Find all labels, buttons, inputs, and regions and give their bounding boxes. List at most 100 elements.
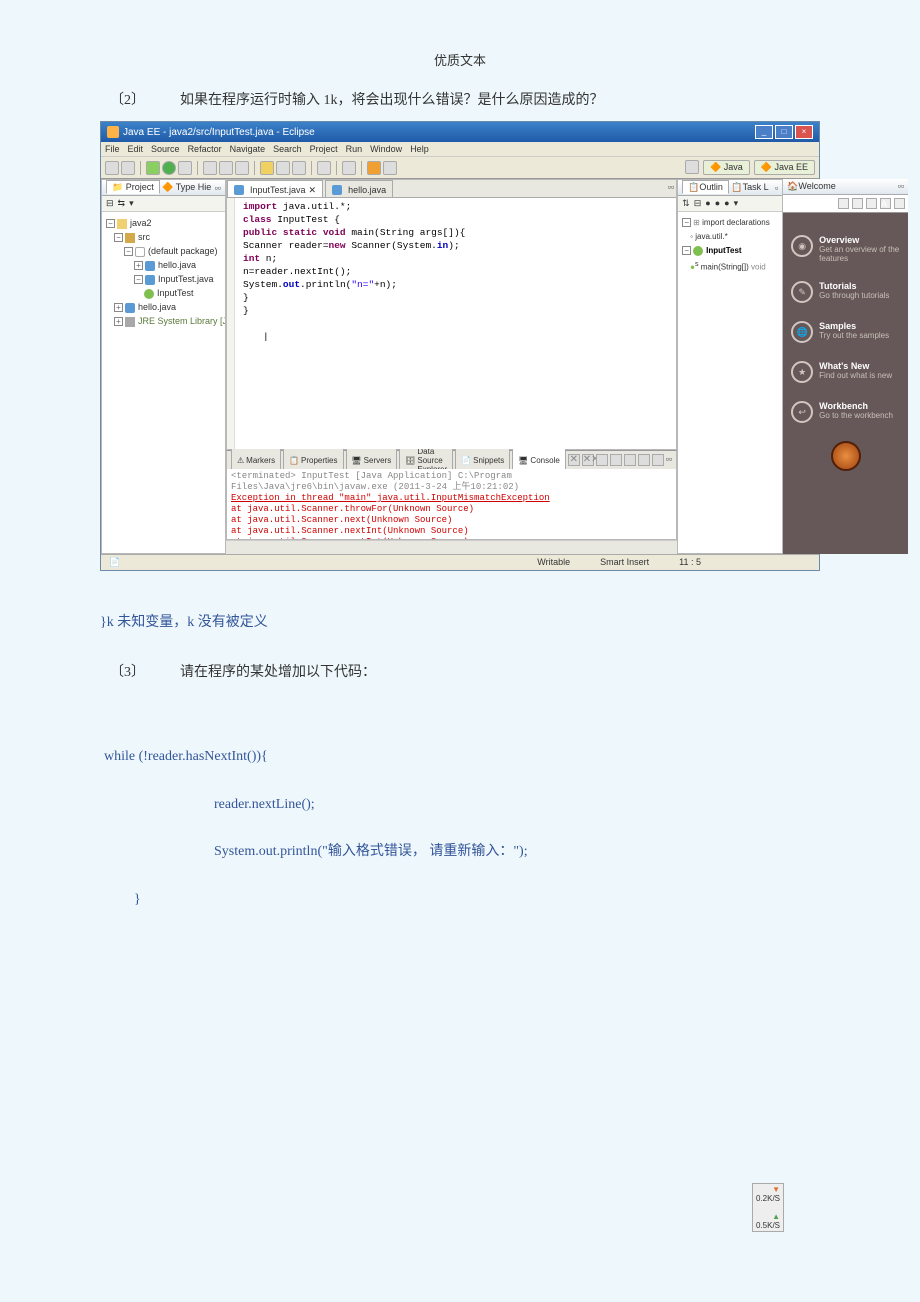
last-edit-icon[interactable]	[317, 161, 331, 175]
focus-task-icon[interactable]: ▾	[129, 198, 134, 209]
tab-task-list[interactable]: 📋Task L	[731, 182, 768, 192]
new-class-icon[interactable]	[219, 161, 233, 175]
task-icon[interactable]	[292, 161, 306, 175]
menu-edit[interactable]: Edit	[128, 144, 144, 154]
outline-hide-local-icon[interactable]: ▾	[734, 198, 739, 209]
open-console-icon[interactable]	[652, 454, 664, 466]
perspective-javaee[interactable]: 🔶 Java EE	[754, 160, 815, 175]
search-icon[interactable]	[260, 161, 274, 175]
tree-hello-java-2[interactable]: hello.java	[138, 302, 176, 312]
welcome-tutorials[interactable]: ✎ TutorialsGo through tutorials	[791, 281, 900, 303]
horizontal-scrollbar[interactable]	[226, 540, 677, 554]
tab-project[interactable]: 📁 Project	[106, 180, 160, 194]
console-min-icon[interactable]: ▫▫	[666, 454, 672, 466]
annotation-icon[interactable]	[276, 161, 290, 175]
maximize-button[interactable]: □	[775, 125, 793, 139]
menu-run[interactable]: Run	[346, 144, 363, 154]
console-trace-1: at java.util.Scanner.throwFor(Unknown So…	[231, 504, 672, 515]
menu-window[interactable]: Window	[370, 144, 402, 154]
project-explorer[interactable]: 📁 Project 🔶 Type Hie ▫▫ ⊟ ⇆ ▾ −java2 −sr…	[101, 179, 226, 554]
welcome-whatsnew[interactable]: ★ What's NewFind out what is new	[791, 361, 900, 383]
collapse-all-icon[interactable]: ⊟	[106, 198, 114, 209]
pin-console-icon[interactable]	[624, 454, 636, 466]
welcome-max-icon[interactable]	[894, 198, 905, 209]
tree-hello-java[interactable]: hello.java	[158, 260, 196, 270]
nav-fwd-icon[interactable]	[383, 161, 397, 175]
tab-outline[interactable]: 📋Outlin	[682, 180, 729, 194]
outline-imports[interactable]: import declarations	[702, 218, 770, 227]
question-3: 〔3〕 请在程序的某处增加以下代码：	[100, 661, 820, 681]
tree-java2[interactable]: java2	[130, 218, 152, 228]
nav-back-icon[interactable]	[367, 161, 381, 175]
view-menu-icon[interactable]: ▫▫	[215, 183, 221, 193]
outline-main-method[interactable]: main(String[])	[701, 263, 749, 272]
console-panel[interactable]: ⚠Markers 📋Properties 🖥Servers 🗄Data Sour…	[226, 450, 677, 540]
open-perspective-icon[interactable]	[685, 160, 699, 174]
outline-sort-icon[interactable]: ⇅	[682, 198, 690, 209]
editor-max-icon[interactable]: ▫▫	[666, 180, 676, 197]
tab-welcome[interactable]: 🏠Welcome	[787, 181, 836, 192]
close-tab-icon[interactable]: ✕	[309, 185, 317, 196]
welcome-workbench[interactable]: ↩ WorkbenchGo to the workbench	[791, 401, 900, 423]
editor-tab-inputtest[interactable]: InputTest.java ✕	[227, 180, 323, 197]
outline-hide-static-icon[interactable]: ●	[715, 198, 720, 209]
pin-icon[interactable]	[342, 161, 356, 175]
tree-jre-library[interactable]: JRE System Library [JavaSE-1.6]	[138, 316, 225, 326]
outline-hide-nonpublic-icon[interactable]: ●	[724, 198, 729, 209]
status-writable: Writable	[537, 557, 570, 568]
ext-tools-icon[interactable]	[178, 161, 192, 175]
welcome-a-icon[interactable]: A	[880, 198, 891, 209]
editor-tab-hello[interactable]: hello.java	[325, 180, 393, 197]
outline-class[interactable]: InputTest	[706, 246, 741, 255]
welcome-panel[interactable]: 🏠Welcome ▫▫ A ◉ OverviewGet an overvie	[783, 179, 908, 554]
scroll-lock-icon[interactable]	[610, 454, 622, 466]
minimize-button[interactable]: _	[755, 125, 773, 139]
menu-file[interactable]: File	[105, 144, 120, 154]
menu-source[interactable]: Source	[151, 144, 180, 154]
outline-panel[interactable]: 📋Outlin 📋Task L ▫ ⇅ ⊟ ● ● ● ▾	[677, 179, 783, 554]
tree-default-package[interactable]: (default package)	[148, 246, 218, 256]
welcome-home-icon[interactable]	[838, 198, 849, 209]
clear-console-icon[interactable]	[596, 454, 608, 466]
tree-inputtest-class[interactable]: InputTest	[157, 288, 194, 298]
code-line-4: }	[104, 876, 820, 924]
run-icon[interactable]	[162, 161, 176, 175]
tree-src[interactable]: src	[138, 232, 150, 242]
status-context-icon[interactable]: 📄	[109, 557, 120, 568]
new-icon[interactable]	[105, 161, 119, 175]
menu-search[interactable]: Search	[273, 144, 302, 154]
toolbar[interactable]: 🔶 Java 🔶 Java EE	[101, 157, 819, 179]
outline-filter-icon[interactable]: ⊟	[694, 198, 702, 209]
welcome-overview[interactable]: ◉ OverviewGet an overview of the feature…	[791, 235, 900, 263]
statusbar: 📄 Writable Smart Insert 11 : 5	[101, 554, 819, 570]
remove-all-icon[interactable]: ✕✕	[582, 454, 594, 466]
app-icon	[107, 126, 119, 138]
welcome-samples[interactable]: 🌐 SamplesTry out the samples	[791, 321, 900, 343]
editor-tabs[interactable]: InputTest.java ✕ hello.java ▫▫	[227, 180, 676, 198]
menu-refactor[interactable]: Refactor	[188, 144, 222, 154]
tree-inputtest-java[interactable]: InputTest.java	[158, 274, 214, 284]
eclipse-ide-screenshot: Java EE - java2/src/InputTest.java - Ecl…	[100, 121, 820, 571]
window-titlebar[interactable]: Java EE - java2/src/InputTest.java - Ecl…	[101, 122, 819, 142]
remove-launch-icon[interactable]: ✕	[568, 454, 580, 466]
menubar[interactable]: File Edit Source Refactor Navigate Searc…	[101, 142, 819, 157]
debug-icon[interactable]	[146, 161, 160, 175]
code-editor[interactable]: import java.util.*; class InputTest { pu…	[227, 198, 676, 449]
menu-help[interactable]: Help	[410, 144, 429, 154]
open-type-icon[interactable]	[235, 161, 249, 175]
menu-project[interactable]: Project	[310, 144, 338, 154]
new-package-icon[interactable]	[203, 161, 217, 175]
display-console-icon[interactable]	[638, 454, 650, 466]
close-button[interactable]: ×	[795, 125, 813, 139]
welcome-reduce-icon[interactable]	[866, 198, 877, 209]
link-editor-icon[interactable]: ⇆	[118, 198, 126, 209]
menu-navigate[interactable]: Navigate	[230, 144, 266, 154]
welcome-nav-icon[interactable]	[852, 198, 863, 209]
window-title: Java EE - java2/src/InputTest.java - Ecl…	[123, 127, 315, 138]
outline-import-util[interactable]: java.util.*	[695, 232, 727, 241]
save-icon[interactable]	[121, 161, 135, 175]
outline-hide-fields-icon[interactable]: ●	[705, 198, 710, 209]
status-insert-mode: Smart Insert	[600, 557, 649, 568]
tab-type-hierarchy[interactable]: 🔶 Type Hie	[162, 182, 211, 192]
perspective-java[interactable]: 🔶 Java	[703, 160, 750, 175]
